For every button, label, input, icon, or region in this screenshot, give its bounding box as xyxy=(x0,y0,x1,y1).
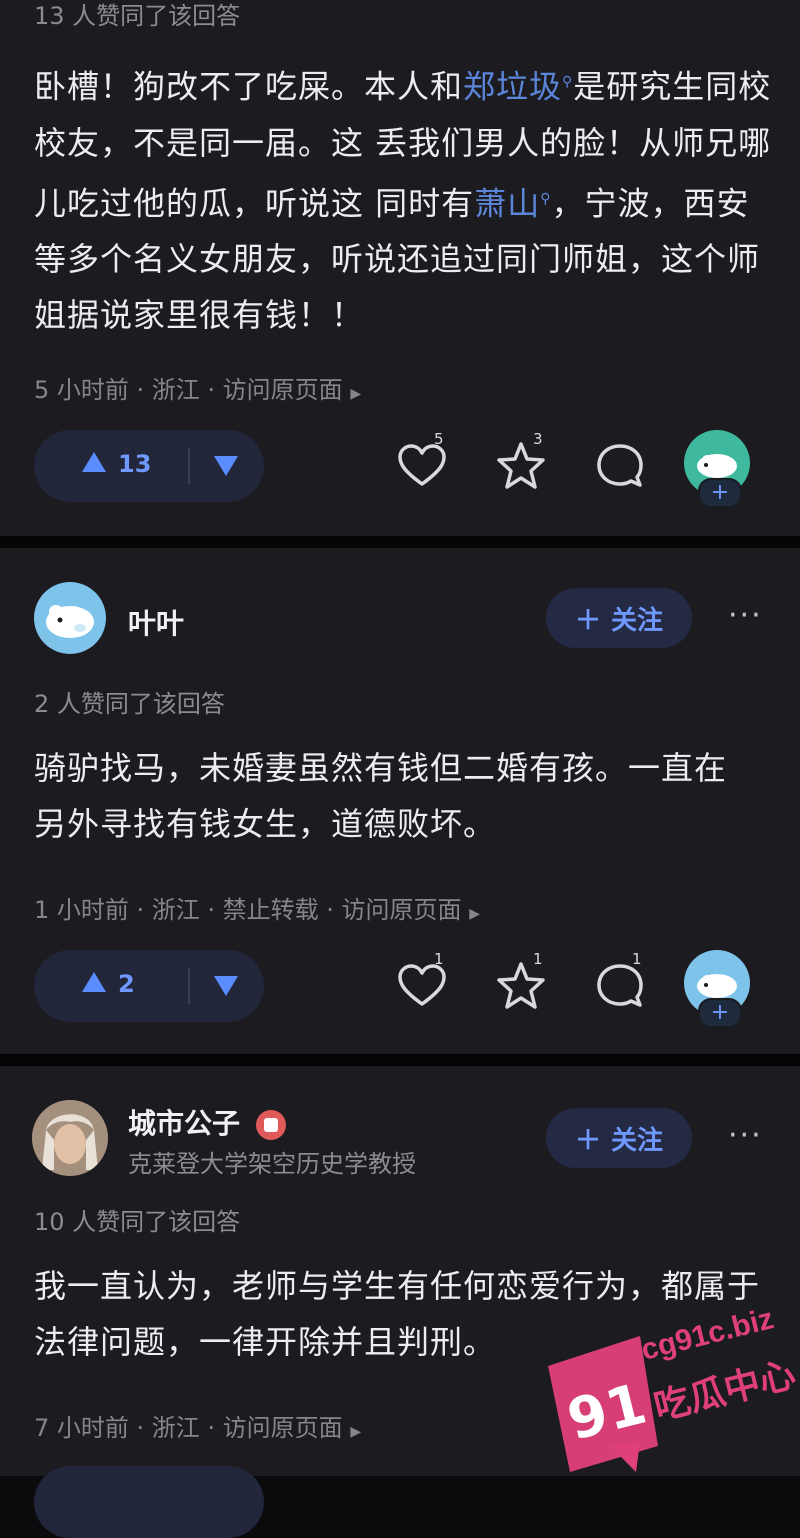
plus-icon: ＋ xyxy=(574,1125,601,1156)
caret-right-icon: ▶ xyxy=(469,906,480,922)
upvote-button[interactable] xyxy=(82,452,106,472)
answer-body: 骑驴找马，未婚妻虽然有钱但二婚有孩。一直在另外寻找有钱女生，道德败坏。 xyxy=(34,749,728,843)
comment-icon xyxy=(597,444,643,487)
more-options-icon[interactable]: ··· xyxy=(728,598,763,633)
plus-icon: + xyxy=(698,998,742,1028)
answer-card-3: 城市公子 克莱登大学架空历史学教授 ＋ 关注 ··· 10 人赞同了该回答 我一直… xyxy=(0,1066,800,1538)
favorite-count: 1 xyxy=(533,950,543,968)
card-separator xyxy=(0,536,800,548)
upvote-button[interactable] xyxy=(82,972,106,992)
like-button[interactable]: 5 xyxy=(394,430,450,494)
answer-body: 我一直认为，老师与学生有任何恋爱行为，都属于法律问题，一律开除并且判刑。 xyxy=(34,1267,761,1361)
vote-control[interactable] xyxy=(34,1466,264,1538)
favorite-count: 3 xyxy=(533,430,543,448)
answer-card-2: 叶叶 ＋ 关注 ··· 2 人赞同了该回答 骑驴找马，未婚妻虽然有钱但二婚有孩。一… xyxy=(0,548,800,1054)
comment-button[interactable]: 1 xyxy=(592,950,648,1014)
answer-card-1: 13 人赞同了该回答 卧槽！狗改不了吃屎。本人和郑垃圾⚲是研究生同校校友，不是同… xyxy=(0,0,800,536)
caret-right-icon: ▶ xyxy=(350,1424,362,1440)
body-text: 卧槽！狗改不了吃屎。本人和 xyxy=(34,67,464,106)
vote-divider xyxy=(188,968,190,1004)
vote-divider xyxy=(188,448,190,484)
follow-button[interactable]: ＋ 关注 xyxy=(546,1108,692,1168)
comment-count: 1 xyxy=(632,950,642,968)
author-title: 克莱登大学架空历史学教授 xyxy=(128,1150,416,1178)
answer-body: 卧槽！狗改不了吃屎。本人和郑垃圾⚲是研究生同校校友，不是同一届。这 丢我们男人的… xyxy=(34,54,774,343)
portrait-icon xyxy=(32,1100,108,1176)
vote-control: 13 xyxy=(34,430,264,502)
author-avatar[interactable] xyxy=(32,1100,108,1176)
avatar-follow-button[interactable]: + xyxy=(684,950,752,1028)
follow-label: 关注 xyxy=(611,605,664,636)
downvote-button[interactable] xyxy=(214,456,238,476)
search-icon[interactable]: ⚲ xyxy=(540,191,551,207)
like-count: 5 xyxy=(434,430,444,448)
author-name-text: 城市公子 xyxy=(128,1107,241,1140)
search-icon[interactable]: ⚲ xyxy=(562,74,573,90)
plus-icon: + xyxy=(698,478,742,508)
upvote-count: 13 xyxy=(118,450,152,478)
agree-count: 2 人赞同了该回答 xyxy=(34,690,225,718)
follow-label: 关注 xyxy=(611,1125,664,1156)
search-link[interactable]: 郑垃圾 xyxy=(463,68,562,106)
avatar-follow-button[interactable]: + xyxy=(684,430,752,508)
like-button[interactable]: 1 xyxy=(394,950,450,1014)
downvote-button[interactable] xyxy=(214,976,238,996)
verified-badge-icon xyxy=(255,1110,286,1140)
comment-button[interactable] xyxy=(592,438,648,494)
more-options-icon[interactable]: ··· xyxy=(728,1118,763,1153)
vote-control: 2 xyxy=(34,950,264,1022)
follow-button[interactable]: ＋ 关注 xyxy=(546,588,692,648)
footer-text[interactable]: 1 小时前 · 浙江 · 禁止转载 · 访问原页面 xyxy=(34,896,462,924)
agree-count: 10 人赞同了该回答 xyxy=(34,1208,241,1236)
plus-icon: ＋ xyxy=(574,605,601,636)
author-name[interactable]: 城市公子 xyxy=(128,1102,286,1142)
author-avatar[interactable] xyxy=(34,582,106,654)
favorite-button[interactable]: 1 xyxy=(493,950,549,1014)
search-link[interactable]: 萧山 xyxy=(474,184,540,222)
footer-text[interactable]: 7 小时前 · 浙江 · 访问原页面 xyxy=(34,1414,343,1442)
answer-footer: 7 小时前 · 浙江 · 访问原页面 ▶ xyxy=(34,1408,361,1443)
upvote-count: 2 xyxy=(118,970,135,998)
answer-footer: 1 小时前 · 浙江 · 禁止转载 · 访问原页面 ▶ xyxy=(34,890,480,925)
author-name[interactable]: 叶叶 xyxy=(128,602,184,642)
agree-count: 13 人赞同了该回答 xyxy=(34,2,241,30)
card-separator xyxy=(0,1054,800,1066)
like-count: 1 xyxy=(434,950,444,968)
answer-footer: 5 小时前 · 浙江 · 访问原页面 ▶ xyxy=(34,370,361,405)
caret-right-icon: ▶ xyxy=(350,386,362,402)
bear-icon xyxy=(46,605,94,638)
favorite-button[interactable]: 3 xyxy=(493,430,549,494)
footer-text[interactable]: 5 小时前 · 浙江 · 访问原页面 xyxy=(34,376,343,404)
